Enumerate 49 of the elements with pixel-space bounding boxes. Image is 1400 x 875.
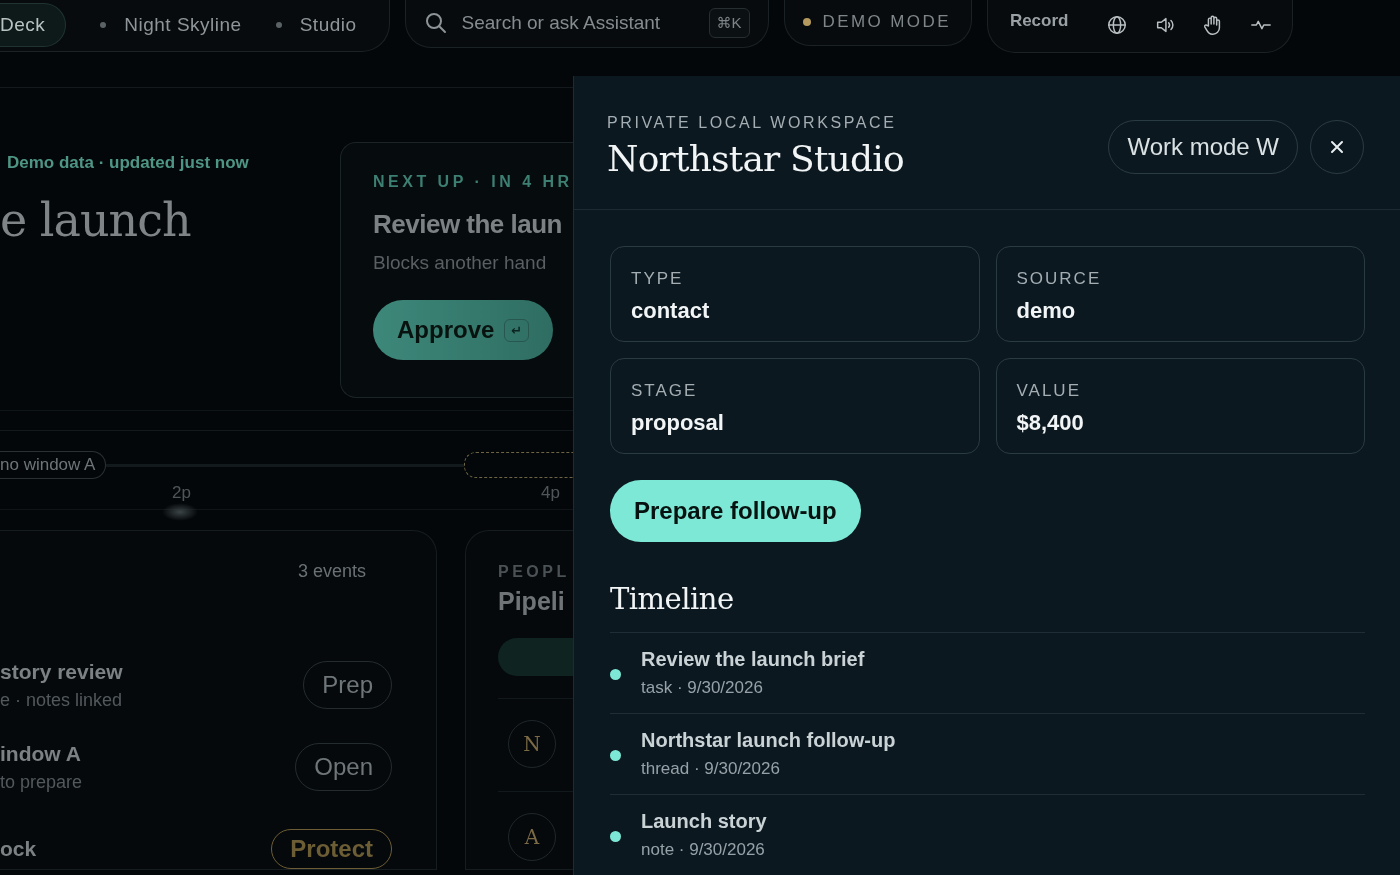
field-label: STAGE (631, 381, 699, 401)
field-value: contact (631, 298, 711, 324)
search-icon (423, 10, 448, 35)
event-meta: to prepare (0, 771, 83, 793)
search-input[interactable]: Search or ask Assistant (459, 10, 697, 35)
workspace-tab[interactable]: Night Skyline (100, 3, 242, 47)
timeline-heading: Timeline (610, 582, 1365, 633)
timeline-item-meta: thread · 9/30/2026 (641, 759, 781, 779)
timeline-item-meta: task · 9/30/2026 (641, 678, 764, 698)
panel-title: Northstar Studio (607, 138, 905, 179)
time-label: 4p (540, 483, 560, 503)
card-title: Review the laun (373, 209, 563, 240)
event-title: ock (0, 837, 37, 861)
prepare-follow-up-button[interactable]: Prepare follow-up (610, 480, 861, 542)
event-title: indow A (0, 741, 82, 766)
timeline-dot (610, 749, 621, 761)
globe-icon (1106, 14, 1129, 36)
headline: e launch (0, 193, 192, 247)
field-value: $8,400 (1016, 410, 1085, 436)
field-label: TYPE (631, 269, 685, 289)
card-eyebrow: PEOPL (498, 563, 571, 581)
timeline-item-meta: note · 9/30/2026 (641, 840, 766, 860)
record-button[interactable]: Record (1009, 11, 1081, 39)
timeline-dot (610, 668, 621, 680)
timeline-item-title: Northstar launch follow-up (641, 729, 896, 752)
time-label: 2p (172, 483, 191, 503)
event-count: 3 events (297, 561, 366, 582)
card-title: Pipeli (498, 587, 566, 616)
event-title: story review (0, 659, 123, 684)
field-label: SOURCE (1016, 269, 1103, 289)
approve-button[interactable]: Approve ↵ (373, 300, 554, 360)
card-eyebrow: NEXT UP · IN 4 HR (373, 173, 574, 191)
timeline-item-title: Launch story (641, 810, 767, 833)
timeline-item-title: Review the launch brief (641, 648, 865, 671)
workspace-tab[interactable]: Deck (0, 3, 67, 47)
workspace-tab[interactable]: Studio (275, 3, 357, 47)
field-value: demo (1016, 298, 1077, 324)
panel-eyebrow: PRIVATE LOCAL WORKSPACE (607, 114, 898, 132)
timeline-dot (610, 830, 621, 842)
search-field[interactable]: Search or ask Assistant ⌘K (404, 0, 769, 48)
event-meta: e · notes linked (0, 689, 123, 711)
field-value: proposal (631, 410, 725, 436)
key-hint: ↵ (504, 318, 530, 342)
card-subtitle: Blocks another hand (373, 252, 548, 274)
status-text: Demo data · updated just now (7, 153, 250, 173)
mode-badge: DEMO MODE (783, 0, 972, 46)
field-label: VALUE (1016, 381, 1082, 401)
globe-button[interactable] (1106, 14, 1129, 36)
shortcut-key: ⌘K (708, 7, 750, 38)
